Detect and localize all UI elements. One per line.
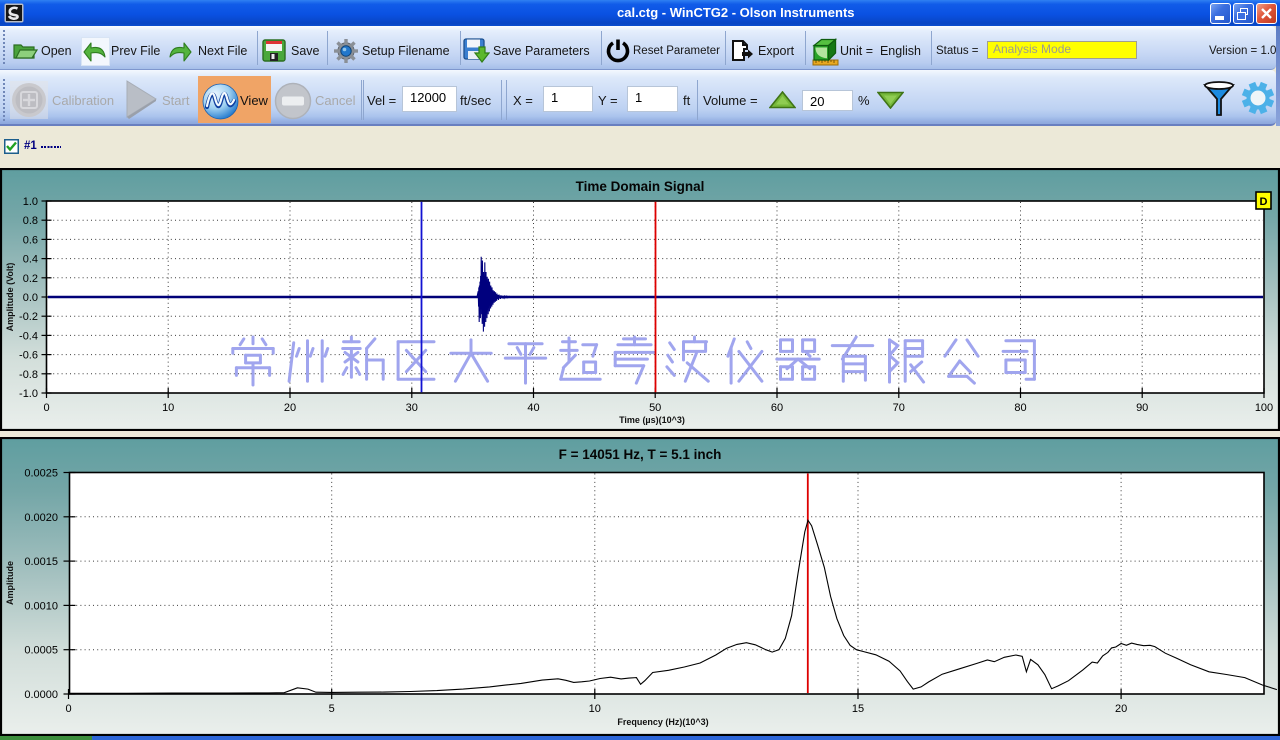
svg-text:60: 60 <box>771 402 783 414</box>
svg-text:-0.2: -0.2 <box>19 311 38 323</box>
svg-text:15: 15 <box>852 703 864 715</box>
svg-text:D: D <box>1260 196 1268 208</box>
svg-text:Amplitude (Volt): Amplitude (Volt) <box>5 263 15 332</box>
svg-text:-0.6: -0.6 <box>19 350 38 362</box>
svg-text:20: 20 <box>1115 703 1127 715</box>
svg-text:-0.8: -0.8 <box>19 369 38 381</box>
svg-text:20: 20 <box>284 402 296 414</box>
svg-text:0.0010: 0.0010 <box>24 600 58 612</box>
svg-text:30: 30 <box>406 402 418 414</box>
svg-text:0.0000: 0.0000 <box>24 689 58 701</box>
svg-text:0.0: 0.0 <box>23 292 38 304</box>
svg-text:-1.0: -1.0 <box>19 388 38 400</box>
svg-text:70: 70 <box>893 402 905 414</box>
svg-text:Time (µs)(10^3): Time (µs)(10^3) <box>619 415 685 425</box>
svg-text:0: 0 <box>65 703 71 715</box>
svg-text:0.8: 0.8 <box>23 215 38 227</box>
svg-text:40: 40 <box>527 402 539 414</box>
svg-text:80: 80 <box>1014 402 1026 414</box>
svg-text:0.0020: 0.0020 <box>24 512 58 524</box>
svg-text:50: 50 <box>649 402 661 414</box>
svg-text:Frequency (Hz)(10^3): Frequency (Hz)(10^3) <box>617 717 708 727</box>
svg-text:0.4: 0.4 <box>23 254 38 266</box>
svg-text:0: 0 <box>43 402 49 414</box>
svg-text:-0.4: -0.4 <box>19 330 38 342</box>
svg-text:0.0005: 0.0005 <box>24 645 58 657</box>
svg-text:F = 14051 Hz, T = 5.1 inch: F = 14051 Hz, T = 5.1 inch <box>559 447 722 462</box>
svg-text:0.0025: 0.0025 <box>24 468 58 480</box>
svg-text:100: 100 <box>1255 402 1273 414</box>
svg-text:10: 10 <box>589 703 601 715</box>
svg-text:Time Domain Signal: Time Domain Signal <box>576 179 705 194</box>
svg-text:10: 10 <box>162 402 174 414</box>
svg-text:0.2: 0.2 <box>23 273 38 285</box>
svg-text:Amplitude: Amplitude <box>5 561 15 605</box>
svg-text:0.6: 0.6 <box>23 234 38 246</box>
svg-text:90: 90 <box>1136 402 1148 414</box>
svg-text:5: 5 <box>329 703 335 715</box>
svg-text:0.0015: 0.0015 <box>24 556 58 568</box>
svg-text:1.0: 1.0 <box>23 196 38 208</box>
